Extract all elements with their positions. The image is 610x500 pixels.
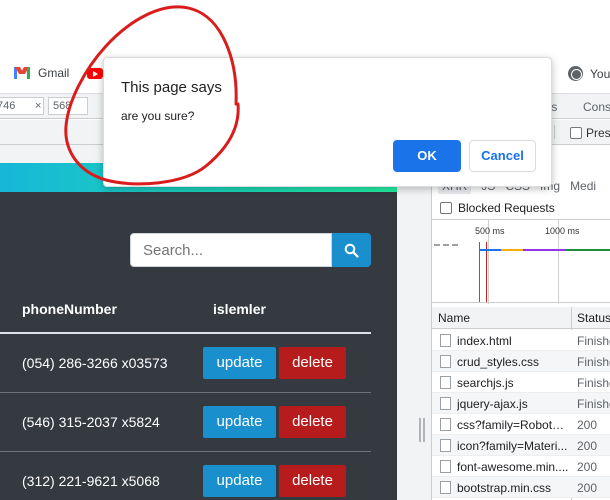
preserve-log-checkbox[interactable] (570, 127, 582, 139)
timeline-label-500: 500 ms (475, 226, 505, 236)
request-name: font-awesome.min.... (457, 460, 569, 474)
file-icon (440, 418, 451, 431)
blocked-requests-label: Blocked Requests (458, 201, 555, 215)
confirm-dialog: This page says are you sure? OK Cancel (103, 57, 552, 187)
youtube-icon[interactable] (87, 68, 103, 79)
dialog-message: are you sure? (121, 109, 195, 123)
request-name: searchjs.js (457, 376, 514, 390)
request-name: jquery-ajax.js (457, 397, 528, 411)
bookmark-other-label: You (590, 66, 610, 81)
cell-actions: update delete (191, 392, 371, 452)
search-input[interactable] (130, 233, 332, 267)
tab-console[interactable]: Cons (583, 100, 610, 114)
list-item[interactable]: index.html Finishe (432, 330, 610, 351)
list-item[interactable]: icon?family=Materi... 200 (432, 435, 610, 456)
search-button[interactable] (332, 233, 371, 267)
cell-actions: update delete (191, 451, 371, 500)
timeline-label-1000: 1000 ms (545, 226, 580, 236)
timeline-dashed-line (434, 244, 458, 246)
header-actions: islemler (191, 286, 371, 334)
timeline-bar (523, 249, 565, 251)
request-name: index.html (457, 334, 512, 348)
network-requests-list: index.html Finishe crud_styles.css Finis… (432, 330, 610, 498)
bookmark-gmail-label: Gmail (38, 66, 70, 80)
gmail-icon (14, 67, 30, 79)
network-panel: XHR JS CSS Img Medi Blocked Requests 500… (432, 145, 610, 500)
list-item[interactable]: css?family=Roboto|... 200 (432, 414, 610, 435)
file-icon (440, 334, 451, 347)
height-input[interactable]: 568 (48, 97, 88, 115)
timeline-bar (479, 249, 501, 251)
request-status: 200 (577, 460, 598, 474)
timeline-bar (501, 249, 523, 251)
request-status: Finishe (577, 355, 610, 369)
request-status: Finishe (577, 376, 610, 390)
timeline-bar (565, 249, 610, 251)
preserve-log[interactable]: Pres (570, 126, 610, 140)
bookmark-other[interactable]: You (568, 66, 610, 81)
search-group (130, 233, 371, 267)
browser-top-area (0, 0, 610, 52)
globe-icon (568, 66, 583, 81)
request-status: Finishe (577, 334, 610, 348)
dialog-title: This page says (121, 79, 222, 96)
request-name: icon?family=Materi... (457, 439, 568, 453)
records-table: phoneNumber islemler (054) 286-3266 x035… (0, 286, 371, 500)
delete-button[interactable]: delete (279, 464, 346, 497)
table-row: (312) 221-9621 x5068 update delete (0, 451, 371, 500)
network-timeline[interactable]: 500 ms 1000 ms (432, 219, 610, 304)
filter-media[interactable]: Medi (570, 179, 596, 193)
request-status: 200 (577, 481, 598, 495)
list-item[interactable]: searchjs.js Finishe (432, 372, 610, 393)
table-header-row: phoneNumber islemler (0, 286, 371, 334)
file-icon (440, 481, 451, 494)
request-name: crud_styles.css (457, 355, 540, 369)
cancel-button[interactable]: Cancel (469, 140, 536, 172)
cell-actions: update delete (191, 333, 371, 393)
table-row: (546) 315-2037 x5824 update delete (0, 392, 371, 452)
update-button[interactable]: update (203, 464, 276, 497)
bookmark-gmail[interactable]: Gmail (14, 66, 69, 80)
blocked-requests[interactable]: Blocked Requests (440, 201, 555, 215)
search-icon (344, 243, 359, 258)
request-name: bootstrap.min.css (457, 481, 552, 495)
toolbar-divider (554, 125, 555, 139)
request-status: 200 (577, 439, 598, 453)
update-button[interactable]: update (203, 405, 276, 438)
update-button[interactable]: update (203, 346, 276, 379)
file-icon (440, 439, 451, 452)
ok-button[interactable]: OK (393, 140, 461, 172)
list-item[interactable]: jquery-ajax.js Finishe (432, 393, 610, 414)
devtools-splitter[interactable] (397, 163, 432, 500)
request-status: 200 (577, 418, 598, 432)
list-item[interactable]: crud_styles.css Finishe (432, 351, 610, 372)
cell-phone: (054) 286-3266 x03573 (0, 333, 191, 393)
blocked-requests-checkbox[interactable] (440, 202, 452, 214)
request-name: css?family=Roboto|... (457, 418, 569, 432)
delete-button[interactable]: delete (279, 405, 346, 438)
column-name[interactable]: Name (438, 311, 470, 325)
splitter-grip-icon[interactable] (419, 418, 425, 442)
file-icon (440, 397, 451, 410)
preserve-log-label: Pres (586, 126, 610, 140)
file-icon (440, 376, 451, 389)
file-icon (440, 355, 451, 368)
timeline-marker-red (486, 242, 487, 302)
header-phone-number: phoneNumber (0, 286, 191, 334)
cell-phone: (312) 221-9621 x5068 (0, 451, 191, 500)
table-row: (054) 286-3266 x03573 update delete (0, 333, 371, 393)
timeline-marker-blue (479, 242, 480, 302)
request-status: Finishe (577, 397, 610, 411)
delete-button[interactable]: delete (279, 346, 346, 379)
page-viewport: phoneNumber islemler (054) 286-3266 x035… (0, 163, 397, 500)
network-table-header: Name Status (432, 307, 610, 329)
cell-phone: (546) 315-2037 x5824 (0, 392, 191, 452)
dimension-separator: × (35, 100, 42, 112)
list-item[interactable]: bootstrap.min.css 200 (432, 477, 610, 498)
file-icon (440, 460, 451, 473)
list-item[interactable]: font-awesome.min.... 200 (432, 456, 610, 477)
column-status[interactable]: Status (577, 311, 610, 325)
